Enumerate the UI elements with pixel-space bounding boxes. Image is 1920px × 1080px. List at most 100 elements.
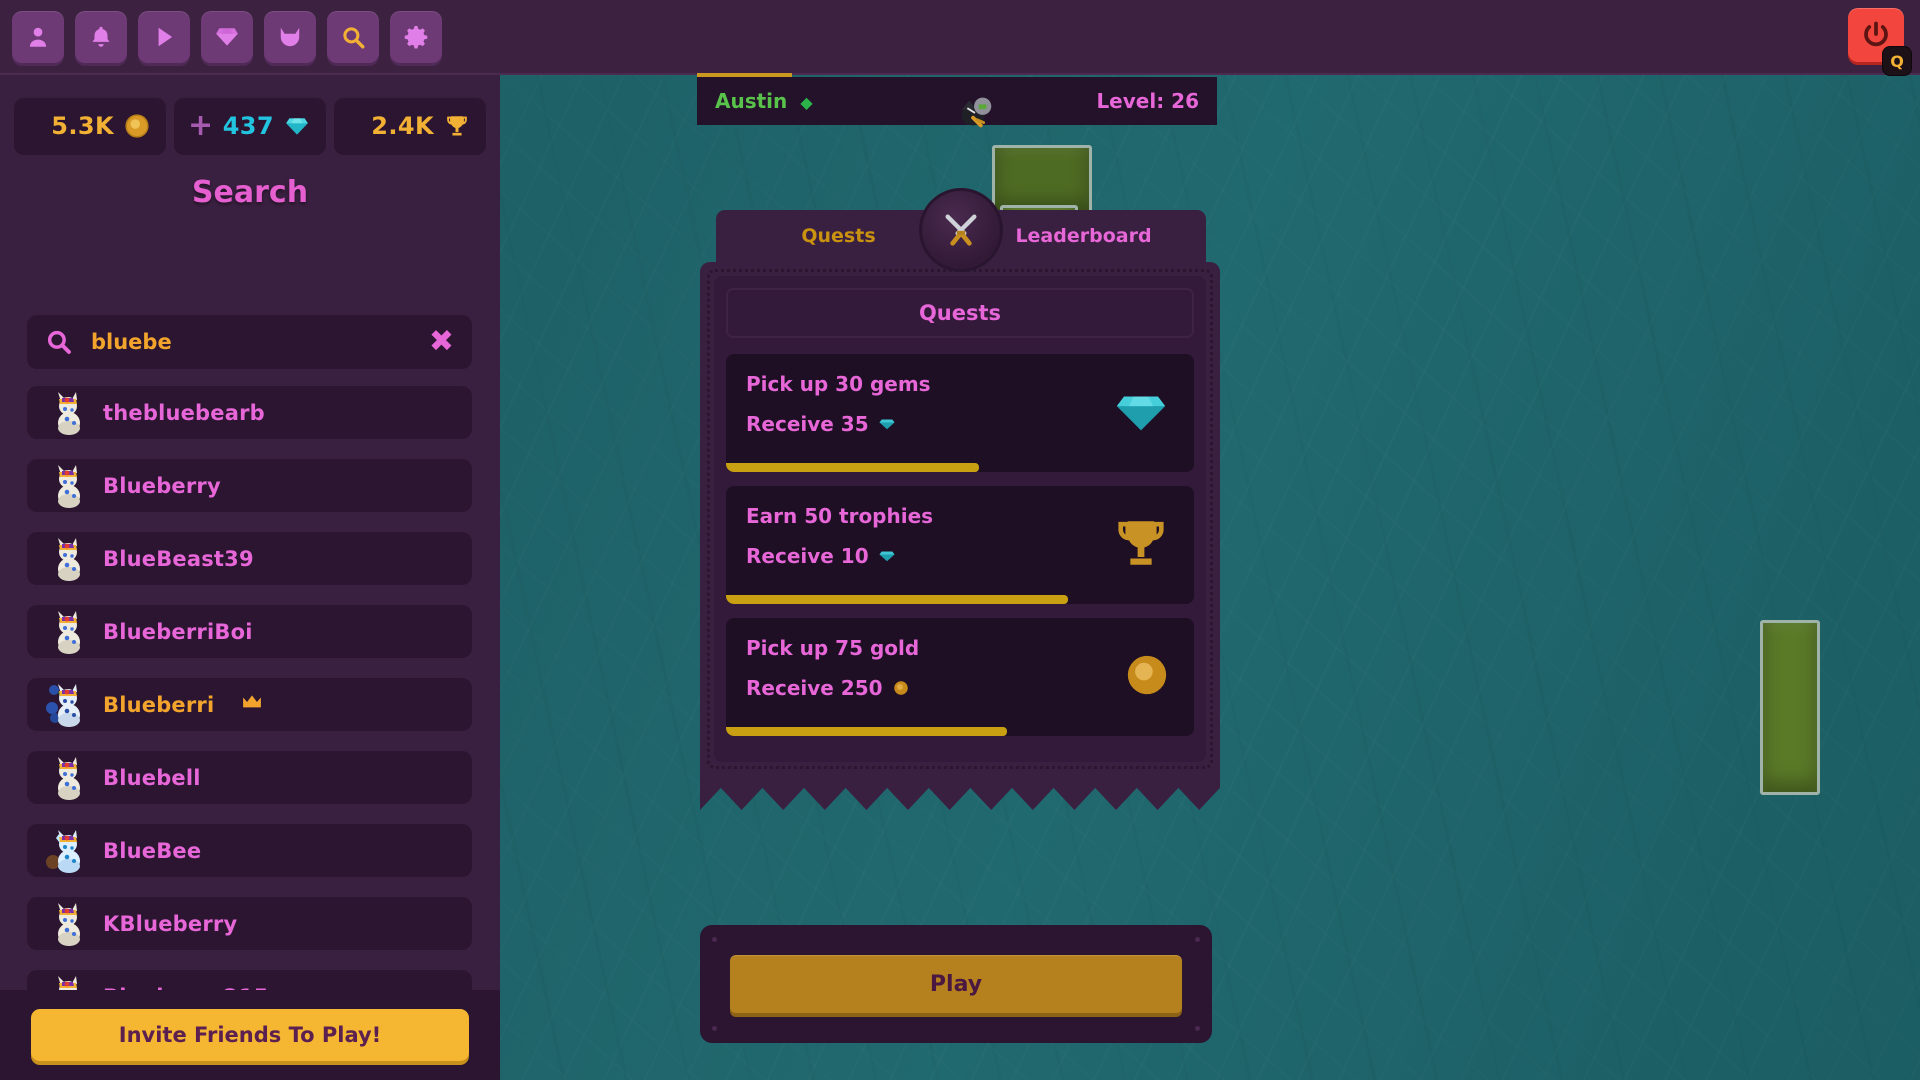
quest-title: Pick up 30 gems (746, 372, 931, 396)
gems-currency-pill[interactable]: + 437 (174, 97, 326, 155)
quest-card[interactable]: Earn 50 trophies Receive 10 (726, 486, 1194, 604)
gems-amount: 437 (222, 112, 274, 140)
player-avatar-sprite (961, 97, 992, 128)
search-input-container[interactable]: bluebe ✖ (27, 315, 472, 369)
search-result-username: BlueBee (103, 838, 202, 863)
modal-zigzag-footer (700, 776, 1220, 810)
quest-progress-fill (726, 727, 1007, 736)
screw-decoration (712, 937, 717, 942)
nav-settings-button[interactable] (390, 10, 442, 63)
search-result-row[interactable]: BlueBee (27, 824, 472, 877)
coin-icon (125, 114, 149, 138)
search-icon (47, 330, 71, 354)
search-result-row[interactable]: BlueberriBoi (27, 605, 472, 658)
search-result-row[interactable]: Blueberri (27, 678, 472, 731)
sidebar-title: Search (191, 175, 309, 210)
invite-footer: Invite Friends To Play! (0, 990, 500, 1080)
gem-icon (1116, 396, 1166, 431)
quest-list: Pick up 30 gems Receive 35 Earn 50 trophie… (726, 354, 1194, 736)
avatar (45, 390, 87, 436)
search-sidebar: 5.3K + 437 2.4K Search bluebe ✖ theblueb… (0, 75, 500, 1080)
nav-play-button[interactable] (138, 10, 190, 63)
avatar (45, 536, 87, 582)
modal-inner: Quests Pick up 30 gems Receive 35 Earn 50 … (714, 276, 1206, 762)
modal-body: Quests Pick up 30 gems Receive 35 Earn 50 … (700, 262, 1220, 776)
modal-tab-bar: Quests Leaderboard (716, 188, 1206, 272)
gem-icon (879, 551, 895, 562)
quest-icon (1112, 514, 1170, 576)
gem-icon (286, 118, 308, 135)
search-result-row[interactable]: BlueBeast39 (27, 532, 472, 585)
search-results-list: thebluebearb Blueberry BlueBeast39 Blueberr… (27, 386, 472, 1043)
search-input[interactable]: bluebe (91, 330, 411, 354)
quest-title: Earn 50 trophies (746, 504, 934, 528)
search-result-row[interactable]: Bluebell (27, 751, 472, 804)
logout-control-group: Q (1848, 8, 1912, 76)
clear-search-icon[interactable]: ✖ (429, 327, 454, 357)
person-icon (29, 27, 47, 47)
quest-card[interactable]: Pick up 75 gold Receive 250 (726, 618, 1194, 736)
quest-icon (1124, 652, 1170, 702)
gem-icon (216, 27, 238, 46)
trophy-icon (1118, 521, 1164, 565)
modal-badge (919, 188, 1003, 272)
search-result-row[interactable]: KBlueberry (27, 897, 472, 950)
trophies-amount: 2.4K (371, 112, 434, 140)
nav-notifications-button[interactable] (75, 10, 127, 63)
gold-amount: 5.3K (51, 112, 114, 140)
quest-progress-fill (726, 463, 979, 472)
gold-currency-pill[interactable]: 5.3K (14, 97, 166, 155)
crown-icon (241, 694, 263, 715)
gem-icon (879, 419, 895, 430)
land-tile (1760, 620, 1820, 795)
search-result-username: KBlueberry (103, 911, 238, 936)
coin-icon (1127, 655, 1167, 695)
play-panel: Play (700, 925, 1212, 1043)
nav-shop-button[interactable] (201, 10, 253, 63)
nav-profile-button[interactable] (12, 10, 64, 63)
top-navigation-bar (0, 0, 1920, 75)
search-result-row[interactable]: thebluebearb (27, 386, 472, 439)
quest-progress-track (726, 727, 1194, 736)
nav-search-button[interactable] (327, 10, 379, 63)
avatar (45, 463, 87, 509)
avatar (45, 755, 87, 801)
quests-modal: Quests Leaderboard Quests Pick up 30 gem… (700, 188, 1220, 810)
play-icon (158, 27, 173, 46)
quest-reward-text: Receive 10 (746, 544, 869, 568)
avatar (45, 901, 87, 947)
coin-icon (893, 681, 908, 695)
search-result-username: Blueberri (103, 692, 215, 717)
crossed-swords-icon (945, 214, 977, 246)
search-result-username: Bluebell (103, 765, 201, 790)
nav-pets-button[interactable] (264, 10, 316, 63)
avatar (45, 828, 87, 874)
avatar (45, 609, 87, 655)
player-level: Level: 26 (1096, 89, 1199, 113)
trophy-icon (447, 116, 467, 136)
quest-reward: Receive 35 (746, 412, 1174, 436)
search-result-row[interactable]: Blueberry (27, 459, 472, 512)
play-button[interactable]: Play (730, 955, 1182, 1013)
quest-title: Pick up 75 gold (746, 636, 920, 660)
cat-icon (280, 27, 300, 46)
trophies-currency-pill[interactable]: 2.4K (334, 97, 486, 155)
invite-friends-button[interactable]: Invite Friends To Play! (31, 1009, 469, 1061)
quest-card[interactable]: Pick up 30 gems Receive 35 (726, 354, 1194, 472)
quest-icon (1112, 382, 1170, 444)
avatar (45, 682, 87, 728)
bell-icon (92, 26, 110, 47)
player-name: Austin (715, 89, 788, 113)
quest-reward-text: Receive 250 (746, 676, 883, 700)
quest-reward: Receive 10 (746, 544, 1174, 568)
currency-bar: 5.3K + 437 2.4K (0, 97, 500, 155)
screw-decoration (1195, 937, 1200, 942)
search-icon (343, 26, 365, 48)
quest-reward: Receive 250 (746, 676, 1174, 700)
add-gems-icon[interactable]: + (188, 111, 213, 141)
power-shortcut-key: Q (1882, 46, 1912, 76)
quests-section-label: Quests (726, 288, 1194, 338)
screw-decoration (1195, 1026, 1200, 1031)
screw-decoration (712, 1026, 717, 1031)
search-result-username: BlueBeast39 (103, 546, 254, 571)
